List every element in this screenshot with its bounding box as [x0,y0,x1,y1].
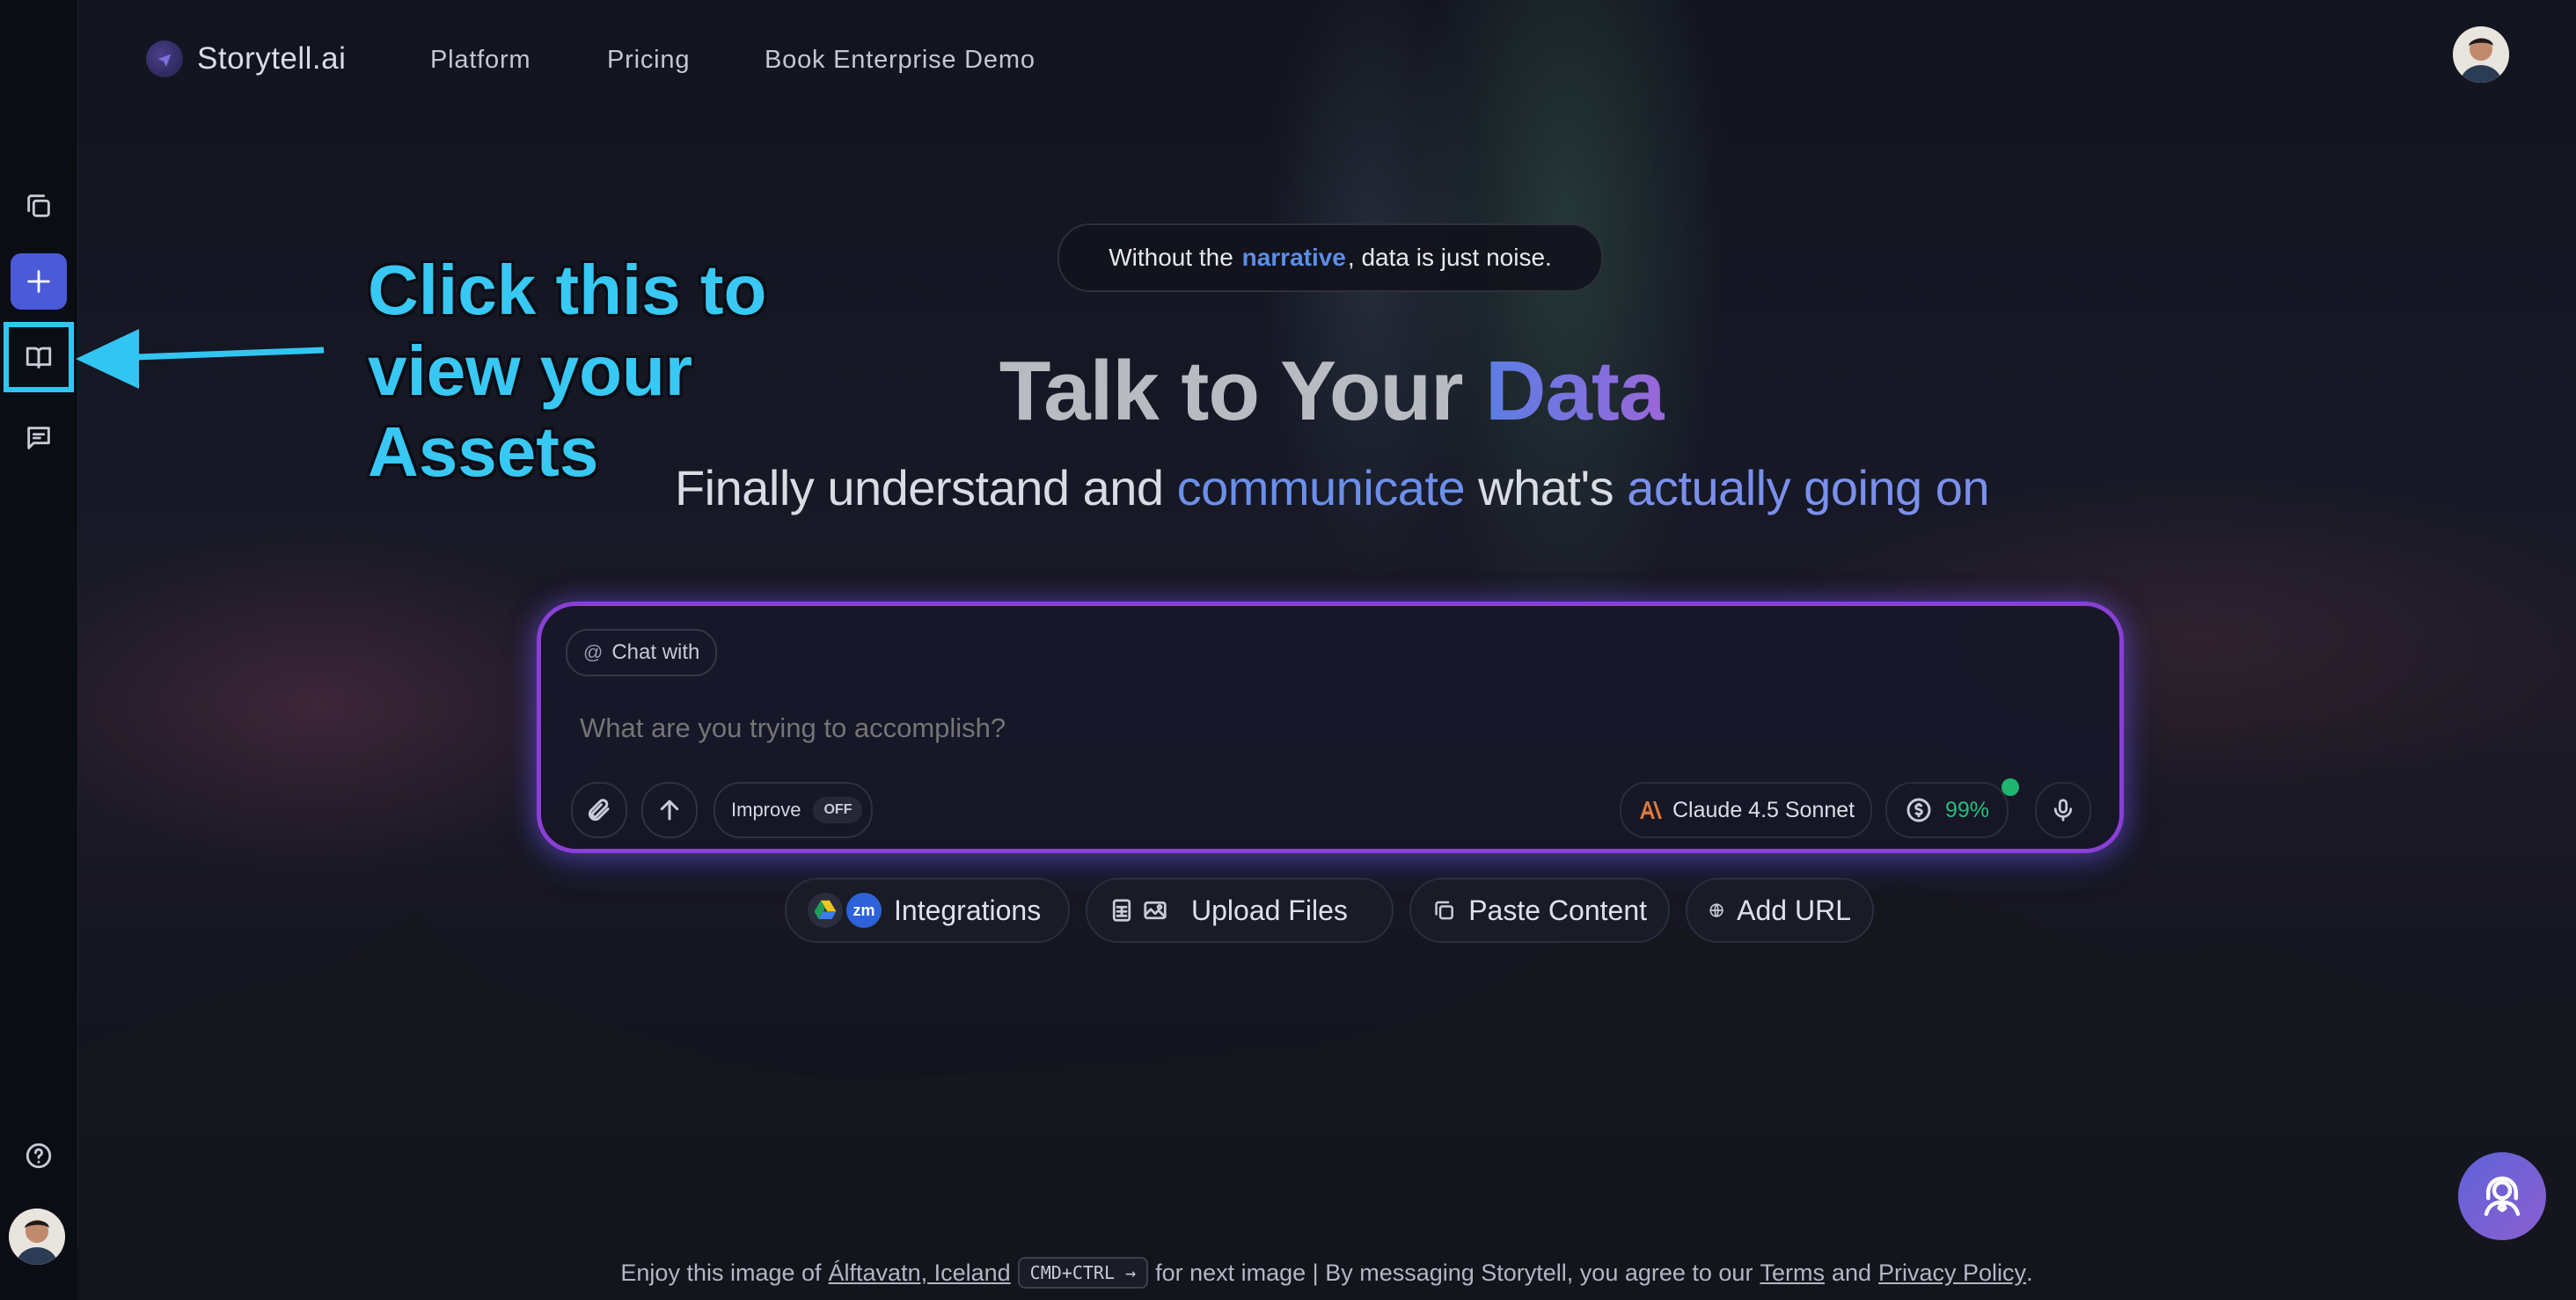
copy-icon [1435,901,1453,920]
image-file-icon [1144,901,1167,920]
footer-middle: for next image | By messaging Storytell,… [1155,1259,1753,1286]
next-image-shortcut[interactable]: CMD+CTRL → [1017,1257,1149,1289]
footer-period: . [2026,1259,2033,1286]
avatar-portrait-icon [9,1209,65,1265]
attach-button[interactable] [571,782,627,838]
footer-and: and [1831,1259,1872,1286]
subtitle-part-2: communicate [1176,460,1466,515]
plus-icon [27,270,50,293]
improve-toggle[interactable]: Improve OFF [714,782,874,838]
spreadsheet-file-icon [1112,899,1131,922]
model-selector[interactable]: Claude 4.5 Sonnet [1620,782,1873,838]
terms-link[interactable]: Terms [1760,1260,1825,1287]
footer: Enjoy this image of Álftavatn, Iceland C… [77,1245,2576,1300]
user-avatar[interactable] [9,1209,65,1265]
privacy-policy-link[interactable]: Privacy Policy [1878,1260,2026,1287]
subtitle-part-4: actually going on [1627,460,1990,515]
nav-platform[interactable]: Platform [430,46,531,75]
improve-label: Improve [731,799,801,821]
tagline-prefix: Without the [1109,244,1240,271]
nav-pricing[interactable]: Pricing [607,46,690,75]
subtitle-part-3: what's [1465,460,1628,515]
account-avatar[interactable] [2453,26,2509,83]
chat-with-label: Chat with [611,640,700,664]
model-name: Claude 4.5 Sonnet [1672,797,1855,822]
status-dot [2002,778,2019,796]
arrow-up-icon [660,800,679,821]
hero-title-plain: Talk to Your [999,344,1486,438]
chat-composer: @ Chat with Improve OFF Claude 4.5 Sonne… [537,602,2124,853]
send-button[interactable] [641,782,698,838]
new-chat-button[interactable] [11,253,67,310]
add-url-button[interactable]: Add URL [1686,878,1874,943]
storytell-logo-icon [146,40,183,77]
tagline-suffix: , data is just noise. [1347,244,1552,271]
google-drive-icon [808,893,843,928]
annotation-arrow [76,329,325,389]
credits-value: 99% [1945,797,1990,822]
voice-input-button[interactable] [2035,782,2091,838]
help-button[interactable] [11,1128,67,1184]
hero-title-accent: Data [1485,344,1665,438]
footer-prefix: Enjoy this image of [620,1259,822,1286]
copy-icon [27,194,50,217]
dollar-circle-icon [1906,798,1931,822]
help-circle-icon [26,1143,52,1169]
integrations-button[interactable]: zm Integrations [785,878,1070,943]
zoom-icon: zm [846,893,882,928]
brand-logo[interactable]: Storytell.ai [146,40,346,77]
upload-files-label: Upload Files [1191,894,1348,926]
sidebar [0,0,78,1300]
nav-book-demo[interactable]: Book Enterprise Demo [765,46,1036,75]
tagline-highlight: narrative [1241,244,1346,271]
headset-agent-icon [2484,1176,2521,1216]
support-chat-button[interactable] [2458,1152,2546,1240]
integrations-label: Integrations [894,894,1042,926]
tagline-pill: Without the narrative , data is just noi… [1057,223,1603,292]
avatar-portrait-icon [2453,26,2509,83]
at-sign-icon: @ [583,641,604,663]
copy-threads-button[interactable] [11,178,67,234]
paste-content-button[interactable]: Paste Content [1409,878,1670,943]
improve-state: OFF [813,797,863,823]
credits-indicator[interactable]: 99% [1885,782,2009,838]
add-url-label: Add URL [1737,894,1851,926]
brand-name: Storytell.ai [197,41,347,76]
chat-with-button[interactable]: @ Chat with [566,629,718,676]
annotation-text: Click this to view your Assets [368,251,767,491]
prompt-input[interactable] [578,712,1901,745]
paperclip-icon [588,799,610,822]
image-location-link[interactable]: Álftavatn, Iceland [829,1260,1011,1287]
paste-content-label: Paste Content [1468,894,1647,926]
upload-files-button[interactable]: Upload Files [1086,878,1394,943]
anthropic-logo-icon [1640,801,1662,819]
microphone-icon [2053,799,2073,822]
globe-icon [1709,903,1723,917]
